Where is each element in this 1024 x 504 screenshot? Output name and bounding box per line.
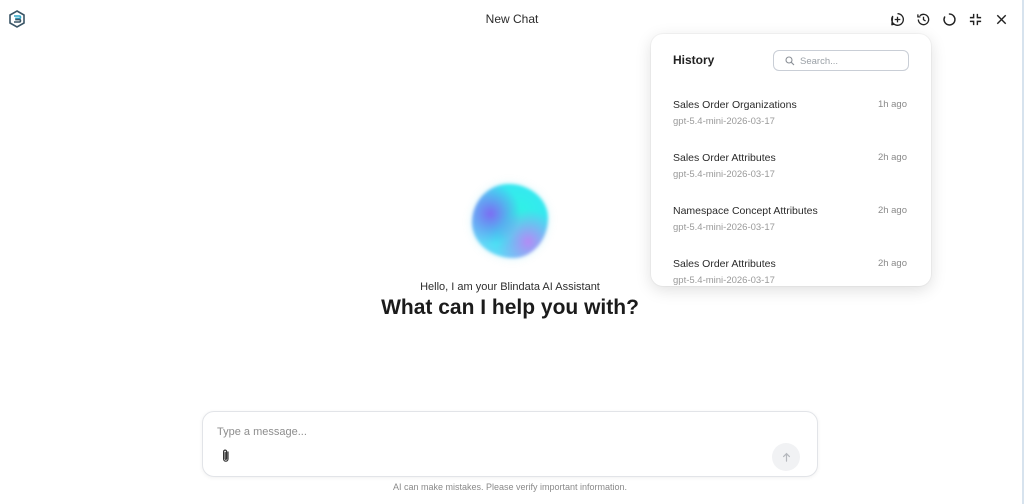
history-item-title: Sales Order Attributes: [673, 258, 776, 270]
collapse-icon: [969, 13, 981, 25]
top-bar: New Chat: [0, 0, 1024, 38]
history-item-model: gpt-5.4-mini-2026-03-17: [673, 275, 775, 286]
spinner-icon: [942, 12, 956, 26]
history-item-time: 2h ago: [877, 152, 907, 163]
disclaimer-text: AI can make mistakes. Please verify impo…: [392, 482, 628, 492]
message-composer: [202, 411, 818, 477]
history-title: History: [673, 53, 715, 67]
history-search-box[interactable]: [773, 50, 909, 71]
assistant-orb: [472, 184, 548, 258]
history-item-title: Sales Order Attributes: [673, 152, 776, 164]
history-item-model: gpt-5.4-mini-2026-03-17: [673, 116, 775, 127]
history-item-model: gpt-5.4-mini-2026-03-17: [673, 169, 775, 180]
history-panel: History Sales Order Organizations 1h ago…: [651, 34, 931, 286]
history-icon: [916, 13, 929, 25]
status-button[interactable]: [940, 10, 958, 28]
history-item-time: 2h ago: [877, 205, 907, 216]
history-item[interactable]: Namespace Concept Attributes 2h ago gpt-…: [651, 198, 931, 251]
attach-button[interactable]: [219, 448, 233, 464]
history-item-time: 1h ago: [877, 99, 907, 110]
history-list: Sales Order Organizations 1h ago gpt-5.4…: [651, 92, 931, 286]
history-item-title: Sales Order Organizations: [673, 99, 797, 111]
history-item-title: Namespace Concept Attributes: [673, 205, 818, 217]
collapse-button[interactable]: [966, 10, 984, 28]
history-search-input[interactable]: [800, 53, 904, 69]
close-button[interactable]: [992, 10, 1010, 28]
history-item[interactable]: Sales Order Attributes 2h ago gpt-5.4-mi…: [651, 145, 931, 198]
message-input[interactable]: [217, 424, 757, 440]
paperclip-icon: [223, 449, 229, 462]
send-button[interactable]: [772, 443, 800, 471]
history-item-model: gpt-5.4-mini-2026-03-17: [673, 222, 775, 233]
history-item[interactable]: Sales Order Attributes 2h ago gpt-5.4-mi…: [651, 251, 931, 286]
history-item[interactable]: Sales Order Organizations 1h ago gpt-5.4…: [651, 92, 931, 145]
history-item-time: 2h ago: [877, 258, 907, 269]
history-button[interactable]: [914, 10, 932, 28]
headline: What can I help you with?: [381, 296, 639, 319]
new-chat-icon: [890, 12, 904, 26]
close-icon: [996, 14, 1006, 24]
new-chat-button[interactable]: [888, 10, 906, 28]
chat-title: New Chat: [485, 12, 539, 26]
arrow-up-icon: [782, 452, 790, 462]
search-icon: [785, 56, 795, 66]
